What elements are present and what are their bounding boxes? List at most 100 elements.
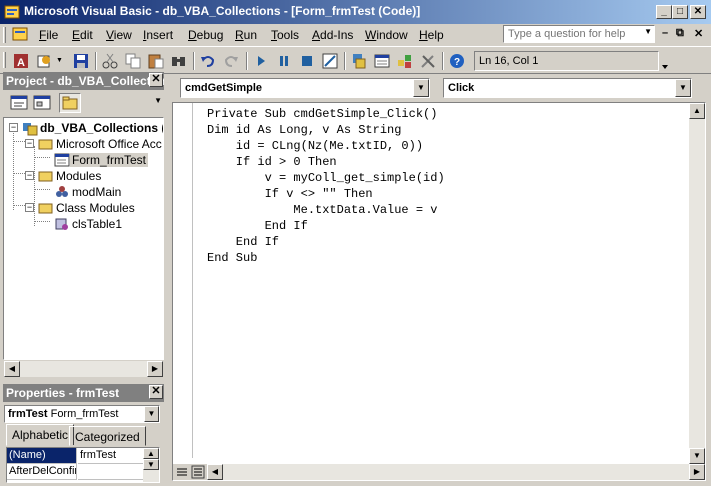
scroll-right-button[interactable]: ▶: [147, 361, 163, 377]
help-icon[interactable]: ?: [448, 52, 466, 70]
menu-window[interactable]: Window: [365, 28, 408, 42]
menu-tools[interactable]: Tools: [271, 28, 299, 42]
mdi-close-button[interactable]: ✕: [694, 27, 703, 40]
property-value[interactable]: frmTest: [78, 448, 145, 464]
code-line[interactable]: Me.txtData.Value = v: [207, 202, 445, 218]
undo-icon[interactable]: [199, 52, 217, 70]
toolbar-options[interactable]: [660, 51, 670, 71]
property-value[interactable]: [78, 464, 145, 480]
chevron-down-icon[interactable]: ▼: [675, 79, 691, 97]
project-explorer-icon[interactable]: [350, 52, 368, 70]
menu-debug[interactable]: Debug: [188, 28, 223, 42]
run-icon[interactable]: [252, 52, 270, 70]
menu-edit[interactable]: Edit: [72, 28, 93, 42]
properties-scrollbar[interactable]: ▲ ▼: [143, 448, 159, 482]
collapse-modules-toggle[interactable]: −: [25, 171, 34, 180]
chevron-down-icon[interactable]: [660, 51, 670, 71]
scroll-up-button[interactable]: ▲: [689, 103, 705, 119]
chevron-down-icon[interactable]: ▼: [144, 406, 159, 422]
access-view-icon[interactable]: A: [12, 52, 30, 70]
scroll-down-button[interactable]: ▼: [143, 459, 159, 470]
scroll-up-button[interactable]: ▲: [143, 448, 159, 459]
menu-add-ins[interactable]: Add-Ins: [312, 28, 353, 42]
close-properties-button[interactable]: ✕: [149, 385, 163, 399]
code-line[interactable]: End If: [207, 218, 445, 234]
chevron-down-icon[interactable]: ▼: [413, 79, 429, 97]
code-line[interactable]: id = CLng(Nz(Me.txtID, 0)): [207, 138, 445, 154]
break-icon[interactable]: [275, 52, 293, 70]
menu-run[interactable]: Run: [235, 28, 257, 42]
code-horizontal-scrollbar[interactable]: ◀ ▶: [207, 464, 705, 480]
object-select[interactable]: frmTest Form_frmTest ▼: [4, 405, 160, 423]
code-line[interactable]: Private Sub cmdGetSimple_Click(): [207, 106, 445, 122]
tab-alphabetic[interactable]: Alphabetic: [6, 424, 75, 446]
scroll-left-button[interactable]: ◀: [4, 361, 20, 377]
tree-item-class[interactable]: clsTable1: [54, 216, 124, 232]
project-icon: [23, 123, 38, 136]
redo-icon[interactable]: [222, 52, 240, 70]
mdi-restore-button[interactable]: ⧉: [676, 27, 684, 40]
menu-file[interactable]: File: [39, 28, 58, 42]
chevron-down-icon[interactable]: ▼: [644, 27, 652, 36]
maximize-button[interactable]: □: [672, 5, 688, 19]
toolbox-icon[interactable]: [419, 52, 437, 70]
menu-view[interactable]: View: [106, 28, 132, 42]
paste-icon[interactable]: [147, 52, 165, 70]
help-question-input[interactable]: [504, 26, 640, 42]
close-button[interactable]: ✕: [690, 5, 706, 19]
margin-indicator-bar[interactable]: [173, 103, 193, 458]
toggle-folders-button[interactable]: [59, 93, 81, 113]
title-bar: Microsoft Visual Basic - db_VBA_Collecti…: [0, 0, 711, 24]
design-mode-icon[interactable]: [321, 52, 339, 70]
copy-icon[interactable]: [124, 52, 142, 70]
tree-folder-modules[interactable]: Modules: [38, 168, 103, 184]
project-horizontal-scrollbar[interactable]: ◀ ▶: [4, 361, 163, 377]
code-vertical-scrollbar[interactable]: ▲ ▼: [689, 103, 705, 464]
help-question-box[interactable]: ▼: [503, 25, 655, 43]
collapse-office-toggle[interactable]: −: [25, 139, 34, 148]
tree-item-form[interactable]: Form_frmTest: [54, 152, 149, 168]
full-module-view-icon[interactable]: [191, 465, 205, 479]
find-icon[interactable]: [170, 52, 188, 70]
property-row[interactable]: AfterDelConfir: [7, 464, 145, 480]
procedure-view-icon[interactable]: [175, 465, 189, 479]
code-line[interactable]: End Sub: [207, 250, 445, 266]
code-editor[interactable]: Private Sub cmdGetSimple_Click() Dim id …: [172, 102, 706, 481]
code-line[interactable]: Dim id As Long, v As String: [207, 122, 445, 138]
scroll-down-button[interactable]: ▼: [689, 448, 705, 464]
properties-window-icon[interactable]: [373, 52, 391, 70]
tab-categorized[interactable]: Categorized: [69, 426, 146, 446]
collapse-class-modules-toggle[interactable]: −: [25, 203, 34, 212]
view-object-icon[interactable]: [31, 93, 53, 113]
procedure-combo[interactable]: Click ▼: [443, 78, 692, 98]
menu-insert[interactable]: Insert: [143, 28, 173, 42]
code-line[interactable]: If id > 0 Then: [207, 154, 445, 170]
code-text[interactable]: Private Sub cmdGetSimple_Click() Dim id …: [207, 106, 445, 266]
minimize-button[interactable]: _: [656, 5, 672, 19]
chevron-down-icon[interactable]: ▼: [56, 57, 63, 64]
save-icon[interactable]: [72, 52, 90, 70]
code-line[interactable]: End If: [207, 234, 445, 250]
reset-icon[interactable]: [298, 52, 316, 70]
tree-project-root[interactable]: db_VBA_Collections (: [22, 120, 163, 136]
insert-module-icon[interactable]: [36, 52, 54, 70]
tree-item-module[interactable]: modMain: [54, 184, 123, 200]
scroll-right-button[interactable]: ▶: [689, 464, 705, 480]
close-project-explorer-button[interactable]: ✕: [149, 73, 163, 87]
menu-help[interactable]: Help: [419, 28, 444, 42]
collapse-root-toggle[interactable]: −: [9, 123, 18, 132]
cut-icon[interactable]: [101, 52, 119, 70]
scroll-left-button[interactable]: ◀: [207, 464, 223, 480]
vba-menu-icon[interactable]: [12, 26, 28, 42]
code-line[interactable]: v = myColl_get_simple(id): [207, 170, 445, 186]
object-combo[interactable]: cmdGetSimple ▼: [180, 78, 430, 98]
toolbar-separator: [344, 52, 346, 70]
property-row[interactable]: (Name) frmTest: [7, 448, 145, 464]
view-code-icon[interactable]: [8, 93, 30, 113]
tree-folder-class-modules[interactable]: Class Modules: [38, 200, 137, 216]
tree-folder-office[interactable]: Microsoft Office Acc: [38, 136, 163, 152]
mdi-minimize-button[interactable]: –: [662, 27, 668, 39]
chevron-down-icon[interactable]: ▼: [154, 96, 162, 105]
code-line[interactable]: If v <> "" Then: [207, 186, 445, 202]
object-browser-icon[interactable]: [396, 52, 414, 70]
